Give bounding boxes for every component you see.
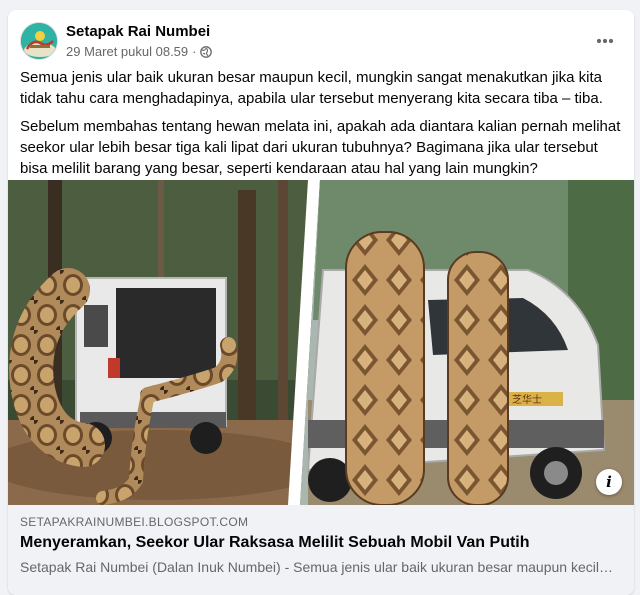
link-title[interactable]: Menyeramkan, Seekor Ular Raksasa Melilit… — [20, 534, 624, 552]
link-description: Setapak Rai Numbei (Dalan Inuk Numbei) -… — [20, 559, 616, 575]
post-image[interactable]: 芝华士 i — [8, 180, 634, 505]
left-photo — [8, 180, 328, 505]
post-body: Semua jenis ular baik ukuran besar maupu… — [20, 67, 624, 186]
right-photo: 芝华士 — [300, 180, 634, 505]
more-options-button[interactable] — [592, 30, 618, 52]
snake-van-photo: 芝华士 — [8, 180, 634, 505]
globe-icon[interactable] — [200, 45, 213, 58]
post-card: Setapak Rai Numbei 29 Maret pukul 08.59 … — [8, 10, 634, 595]
avatar-logo-icon — [21, 23, 57, 59]
page-avatar[interactable] — [20, 22, 58, 60]
van-decal-text: 芝华士 — [512, 393, 542, 406]
post-timestamp[interactable]: 29 Maret pukul 08.59 — [66, 44, 188, 59]
more-options-icon — [596, 38, 614, 44]
page-name-link[interactable]: Setapak Rai Numbei — [66, 23, 210, 40]
post-header: Setapak Rai Numbei 29 Maret pukul 08.59 … — [8, 10, 634, 70]
link-preview[interactable]: SETAPAKRAINUMBEI.BLOGSPOT.COM Menyeramka… — [8, 505, 634, 595]
post-paragraph-2: Sebelum membahas tentang hewan melata in… — [20, 118, 621, 177]
meta-separator: · — [192, 44, 197, 59]
post-paragraph-1: Semua jenis ular baik ukuran besar maupu… — [20, 69, 603, 107]
info-button[interactable]: i — [596, 469, 622, 495]
post-meta: 29 Maret pukul 08.59 · — [66, 44, 213, 59]
link-domain: SETAPAKRAINUMBEI.BLOGSPOT.COM — [20, 515, 249, 529]
